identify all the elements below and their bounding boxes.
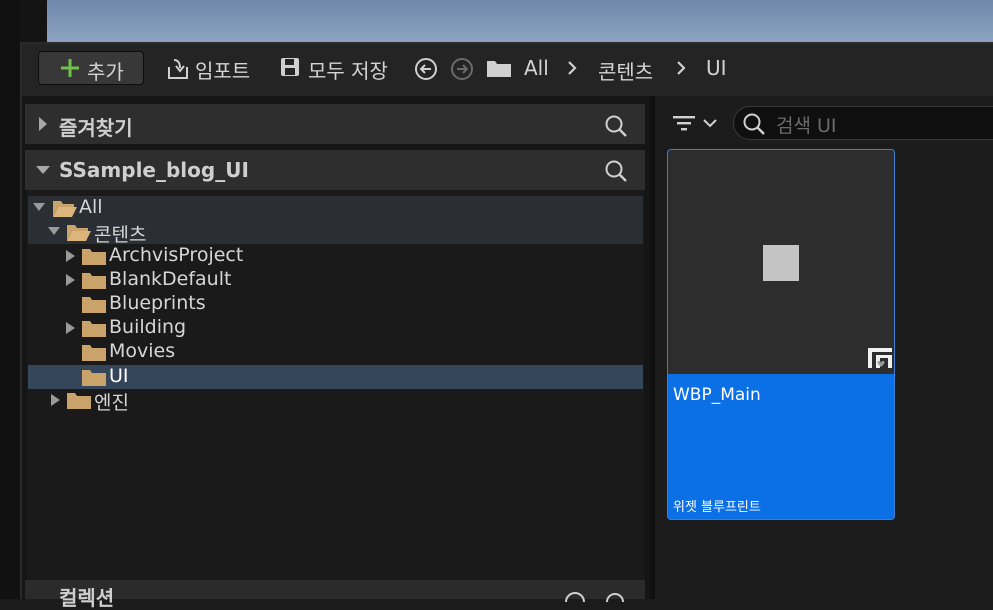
tree-item-label: 콘텐츠	[94, 224, 147, 246]
forward-arrow-icon[interactable]	[450, 57, 474, 81]
widget-blueprint-icon	[868, 348, 892, 368]
expand-down-icon	[33, 203, 45, 211]
import-icon	[168, 59, 188, 79]
tree-item-archvisproject[interactable]: ArchvisProject	[28, 244, 643, 268]
favorites-section-header[interactable]: 즐겨찾기	[25, 104, 645, 144]
save-icon	[281, 58, 299, 76]
tree-item-label: Blueprints	[109, 292, 206, 314]
expand-down-icon	[48, 227, 60, 235]
breadcrumb-all[interactable]: All	[524, 56, 549, 80]
tree-item-all[interactable]: All	[28, 196, 643, 220]
add-collection-icon[interactable]	[563, 590, 587, 602]
folder-icon	[487, 61, 511, 77]
folder-icon	[82, 249, 106, 265]
tree-item-blankdefault[interactable]: BlankDefault	[28, 268, 643, 292]
project-section-header[interactable]: SSample_blog_UI	[25, 150, 645, 190]
filter-icon	[673, 116, 695, 131]
filter-button[interactable]	[671, 110, 721, 136]
folder-icon	[67, 393, 91, 409]
asset-name: WBP_Main	[673, 385, 761, 405]
desktop-gap	[20, 0, 47, 44]
breadcrumb-content[interactable]: 콘텐츠	[598, 56, 653, 85]
folder-icon	[82, 321, 106, 337]
chevron-down-icon	[703, 119, 717, 128]
asset-search-field[interactable]: 검색 UI	[733, 106, 993, 140]
search-icon	[743, 113, 765, 135]
folder-icon	[82, 297, 106, 313]
expand-right-icon	[51, 394, 60, 406]
expand-right-icon	[66, 250, 75, 262]
expand-down-icon	[36, 166, 50, 174]
chevron-right-icon	[568, 61, 577, 75]
viewport-background	[47, 0, 993, 44]
expand-right-icon	[39, 117, 47, 131]
search-icon[interactable]	[604, 114, 628, 138]
plus-icon	[61, 59, 79, 77]
tree-item-movies[interactable]: Movies	[28, 340, 643, 364]
collections-section-header[interactable]: 컬렉션	[25, 580, 645, 608]
tree-item-label: All	[79, 196, 103, 218]
project-label: SSample_blog_UI	[59, 158, 249, 182]
folder-icon	[82, 273, 106, 289]
tree-item-ui[interactable]: UI	[28, 365, 643, 389]
folder-icon	[82, 370, 106, 386]
folder-icon	[82, 345, 106, 361]
back-arrow-icon[interactable]	[414, 57, 438, 81]
folder-open-icon	[53, 201, 77, 217]
add-button[interactable]: 추가	[38, 51, 144, 85]
tree-item-label: 엔진	[94, 392, 129, 414]
tree-item-content[interactable]: 콘텐츠	[28, 220, 643, 246]
favorites-label: 즐겨찾기	[59, 116, 133, 140]
search-placeholder: 검색 UI	[776, 115, 837, 137]
expand-right-icon	[66, 322, 75, 334]
search-icon[interactable]	[604, 159, 628, 183]
tree-item-label: Movies	[109, 340, 176, 362]
save-all-label: 모두 저장	[308, 59, 388, 83]
tree-item-label: BlankDefault	[109, 268, 232, 290]
desktop-left-edge	[0, 0, 20, 599]
expand-right-icon	[66, 274, 75, 286]
widget-placeholder-icon	[763, 245, 799, 281]
save-all-button[interactable]: 모두 저장	[278, 54, 390, 84]
collections-label: 컬렉션	[59, 586, 115, 610]
breadcrumb-ui[interactable]: UI	[706, 56, 727, 80]
search-icon[interactable]	[603, 590, 627, 602]
tree-item-building[interactable]: Building	[28, 316, 643, 340]
import-button[interactable]: 임포트	[164, 54, 256, 84]
tree-item-blueprints[interactable]: Blueprints	[28, 292, 643, 316]
tree-item-label: Building	[109, 316, 187, 338]
asset-card[interactable]: WBP_Main 위젯 블루프린트	[667, 149, 895, 520]
tree-item-label: UI	[109, 365, 129, 387]
add-button-label: 추가	[87, 60, 124, 84]
import-button-label: 임포트	[195, 59, 251, 83]
folder-open-icon	[67, 225, 91, 241]
asset-thumbnail	[668, 150, 894, 374]
chevron-right-icon	[677, 61, 686, 75]
asset-type: 위젯 블루프린트	[673, 500, 761, 515]
tree-item-label: ArchvisProject	[109, 244, 244, 266]
tree-item-engine[interactable]: 엔진	[28, 388, 643, 414]
